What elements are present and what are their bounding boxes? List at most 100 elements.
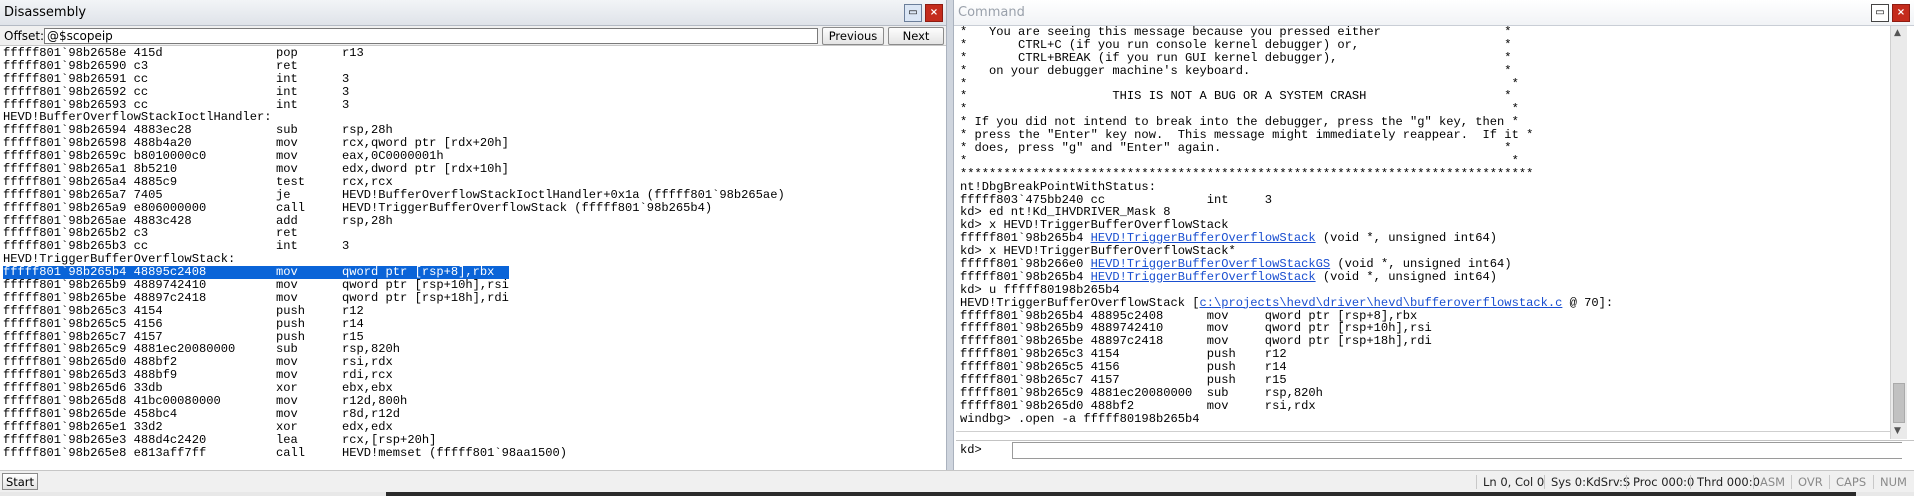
output-text: * CTRL+C (if you run console kernel debu… bbox=[960, 37, 1512, 52]
output-text: fffff801`98b266e0 bbox=[960, 257, 1091, 272]
pane-splitter[interactable] bbox=[946, 0, 954, 470]
instruction-operands: rsi,rdx bbox=[342, 355, 393, 370]
instruction-operands: HEVD!BufferOverflowStackIoctlHandler+0x1… bbox=[342, 187, 785, 202]
disassembly-line[interactable]: fffff801`98b265e8 e813aff7ff call HEVD!mem… bbox=[3, 445, 946, 459]
instruction-operands: edx,edx bbox=[342, 419, 393, 434]
output-text: * CTRL+BREAK (if you run GUI kernel debu… bbox=[960, 50, 1512, 65]
disassembly-line[interactable]: fffff801`98b265a1 8b5210 mov edx,dword ptr… bbox=[3, 163, 946, 176]
status-proc: Proc 000:0 bbox=[1626, 475, 1694, 489]
instruction-address: fffff801`98b265c3 4154 bbox=[3, 303, 163, 318]
status-ovr: OVR bbox=[1791, 475, 1823, 489]
close-icon[interactable]: × bbox=[1892, 4, 1910, 22]
disassembly-line[interactable]: fffff801`98b265be 48897c2418 mov qword ptr… bbox=[3, 290, 946, 305]
instruction-address: fffff801`98b265e3 488d4c2420 bbox=[3, 432, 207, 447]
status-num: NUM bbox=[1873, 475, 1907, 489]
disassembly-line[interactable]: fffff801`98b265d8 41bc00080000 mov r12d,80… bbox=[3, 395, 946, 408]
output-text: fffff801`98b265b4 bbox=[960, 231, 1091, 246]
instruction-operands: r14 bbox=[342, 316, 364, 331]
offset-input[interactable]: @$scopeip bbox=[44, 28, 818, 44]
disassembly-line[interactable]: fffff801`98b26590 c3 ret bbox=[3, 58, 946, 73]
instruction-operands: rdi,rcx bbox=[342, 368, 393, 383]
scroll-down-icon[interactable]: ▼ bbox=[1894, 426, 1901, 436]
instruction-address: fffff801`98b265a4 4885c9 bbox=[3, 174, 178, 189]
instruction-address: fffff801`98b265b9 4889742410 bbox=[3, 278, 207, 293]
output-text: fffff801`98b265be 48897c2418 mov qword p… bbox=[960, 334, 1432, 349]
command-scrollbar[interactable]: ▲ ▼ bbox=[1890, 26, 1907, 439]
instruction-operands: rsp,28h bbox=[342, 213, 393, 228]
output-text: fffff801`98b265b4 bbox=[960, 269, 1091, 284]
instruction-operands: rsp,820h bbox=[342, 342, 401, 357]
disassembly-line[interactable]: fffff801`98b265de 458bc4 mov r8d,r12d bbox=[3, 406, 946, 421]
command-divider bbox=[956, 431, 1890, 432]
instruction-operands: ebx,ebx bbox=[342, 381, 393, 396]
instruction-address: fffff801`98b26592 cc bbox=[3, 84, 149, 99]
instruction-operands: HEVD!memset (fffff801`98aa1500) bbox=[342, 445, 567, 459]
instruction-operands: HEVD!TriggerBufferOverflowStack (fffff80… bbox=[342, 200, 713, 215]
instruction-operands: r12 bbox=[342, 303, 364, 318]
output-text: fffff801`98b265c9 4881ec20080000 sub rsp… bbox=[960, 385, 1323, 400]
statusbar: Start Ln 0, Col 0 Sys 0:KdSrv:S Proc 000… bbox=[0, 470, 1914, 492]
output-text: (void *, unsigned int64) bbox=[1315, 269, 1498, 284]
output-text: (void *, unsigned int64) bbox=[1315, 231, 1498, 246]
output-text: * * bbox=[960, 102, 1519, 117]
output-text: windbg> .open -a fffff80198b265b4 bbox=[960, 411, 1200, 426]
status-caps: CAPS bbox=[1829, 475, 1866, 489]
instruction-mnemonic: mov bbox=[276, 278, 298, 293]
instruction-mnemonic: mov bbox=[276, 162, 298, 177]
instruction-mnemonic: call bbox=[276, 445, 306, 459]
dock-window-icon[interactable]: ▭ bbox=[1871, 4, 1889, 22]
disassembly-title: Disassembly bbox=[4, 5, 87, 20]
instruction-address: fffff801`98b265be 48897c2418 bbox=[3, 290, 207, 305]
instruction-operands: r15 bbox=[342, 329, 364, 344]
instruction-address: fffff801`98b265e8 e813aff7ff bbox=[3, 445, 207, 459]
offset-toolbar: Offset: @$scopeip Previous Next bbox=[0, 26, 946, 46]
disassembly-line[interactable]: fffff801`98b26592 cc int 3 bbox=[3, 84, 946, 99]
command-input[interactable] bbox=[1012, 442, 1902, 459]
instruction-mnemonic: lea bbox=[276, 432, 298, 447]
disassembly-titlebar: Disassembly ▭ × bbox=[0, 0, 946, 26]
disassembly-line[interactable]: fffff801`98b265a9 e806000000 call HEVD!Tri… bbox=[3, 200, 946, 215]
dock-window-icon[interactable]: ▭ bbox=[904, 4, 922, 22]
status-thrd: Thrd 000:0 bbox=[1690, 475, 1760, 489]
output-text: * on your debugger machine's keyboard. * bbox=[960, 63, 1512, 78]
disassembly-line[interactable]: fffff801`98b265c3 4154 push r12 bbox=[3, 303, 946, 318]
output-text: * * bbox=[960, 76, 1519, 91]
disassembly-line[interactable]: fffff801`98b26591 cc int 3 bbox=[3, 71, 946, 86]
symbol-link[interactable]: c:\projects\hevd\driver\hevd\bufferoverf… bbox=[1200, 296, 1563, 310]
instruction-operands: 3 bbox=[342, 71, 350, 86]
instruction-mnemonic: int bbox=[276, 97, 298, 112]
instruction-mnemonic: ret bbox=[276, 58, 298, 73]
output-text: * THIS IS NOT A BUG OR A SYSTEM CRASH * bbox=[960, 89, 1512, 104]
instruction-operands: eax,0C0000001h bbox=[342, 149, 444, 164]
symbol-link[interactable]: HEVD!TriggerBufferOverflowStack bbox=[1091, 270, 1316, 284]
instruction-mnemonic: int bbox=[276, 71, 298, 86]
output-text: (void *, unsigned int64) bbox=[1330, 257, 1512, 272]
instruction-operands: r12d,800h bbox=[342, 394, 408, 409]
disassembly-line[interactable]: fffff801`98b2658e 415d pop r13 bbox=[3, 47, 946, 60]
output-text: * press the "Enter" key now. This messag… bbox=[960, 128, 1534, 143]
disassembly-line[interactable]: fffff801`98b265c5 4156 push r14 bbox=[3, 316, 946, 331]
instruction-mnemonic: pop bbox=[276, 47, 298, 60]
symbol-link[interactable]: HEVD!TriggerBufferOverflowStackGS bbox=[1091, 257, 1331, 271]
output-text: * does, press "g" and "Enter" again. * bbox=[960, 141, 1512, 156]
instruction-operands: qword ptr [rsp+8],rbx bbox=[342, 265, 495, 280]
instruction-operands: r8d,r12d bbox=[342, 406, 401, 421]
scrollbar-thumb[interactable] bbox=[1893, 383, 1905, 423]
output-text: fffff801`98b265c7 4157 push r15 bbox=[960, 373, 1287, 388]
start-button[interactable]: Start bbox=[2, 473, 38, 490]
output-text: fffff801`98b265b4 48895c2408 mov qword p… bbox=[960, 308, 1418, 323]
scroll-up-icon[interactable]: ▲ bbox=[1894, 28, 1901, 38]
instruction-operands: 3 bbox=[342, 239, 350, 254]
instruction-mnemonic: xor bbox=[276, 419, 298, 434]
next-button[interactable]: Next bbox=[888, 27, 944, 45]
disassembly-listing[interactable]: fffff801`98b2658e 415d pop r13 fffff801`98b… bbox=[0, 47, 946, 459]
taskbar-strip bbox=[0, 492, 1914, 496]
symbol-link[interactable]: HEVD!TriggerBufferOverflowStack bbox=[1091, 231, 1316, 245]
previous-button[interactable]: Previous bbox=[822, 27, 884, 45]
disassembly-line[interactable]: fffff801`98b265e1 33d2 xor edx,edx bbox=[3, 419, 946, 434]
output-text: kd> x HEVD!TriggerBufferOverflowStack* bbox=[960, 244, 1236, 259]
close-icon[interactable]: × bbox=[925, 4, 943, 22]
status-asm: ASM bbox=[1753, 475, 1785, 489]
instruction-mnemonic: test bbox=[276, 174, 306, 189]
command-titlebar: Command ▭ × bbox=[954, 0, 1914, 26]
